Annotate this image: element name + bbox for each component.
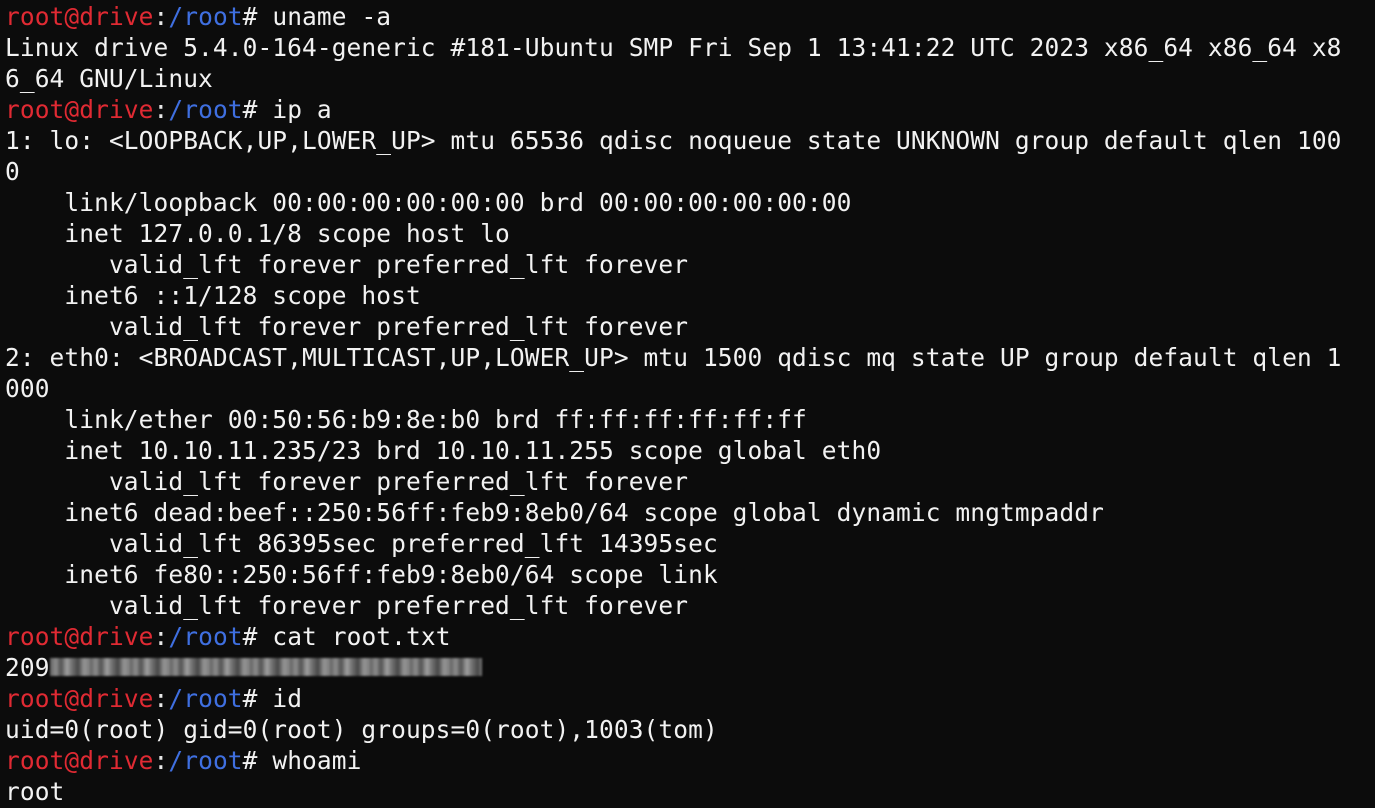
output-line: root xyxy=(5,777,65,806)
prompt-host: drive xyxy=(79,622,154,651)
output-line: 000 xyxy=(5,374,50,403)
prompt-symbol: # xyxy=(242,684,273,713)
output-line: link/loopback 00:00:00:00:00:00 brd 00:0… xyxy=(5,188,852,217)
prompt-symbol: # xyxy=(242,746,273,775)
command-text: ip a xyxy=(272,95,332,124)
output-line: Linux drive 5.4.0-164-generic #181-Ubunt… xyxy=(5,33,1342,62)
prompt-symbol: # xyxy=(242,622,273,651)
flag-prefix: 209 xyxy=(5,653,50,682)
prompt-colon: : xyxy=(153,2,169,31)
prompt-colon: : xyxy=(153,622,169,651)
prompt-at: @ xyxy=(64,2,80,31)
prompt-user: root xyxy=(5,746,65,775)
redacted-flag-blur xyxy=(49,658,482,676)
prompt-path: /root xyxy=(168,2,243,31)
output-line: valid_lft forever preferred_lft forever xyxy=(5,312,689,341)
output-line: inet6 dead:beef::250:56ff:feb9:8eb0/64 s… xyxy=(5,498,1104,527)
command-text: cat root.txt xyxy=(272,622,451,651)
prompt-user: root xyxy=(5,622,65,651)
prompt-path: /root xyxy=(168,622,243,651)
prompt-line: root@drive:/root# id xyxy=(5,683,1375,714)
prompt-symbol: # xyxy=(242,95,273,124)
output-line: inet 10.10.11.235/23 brd 10.10.11.255 sc… xyxy=(5,436,882,465)
prompt-path: /root xyxy=(168,746,243,775)
output-line: 0 xyxy=(5,157,20,186)
output-line: valid_lft forever preferred_lft forever xyxy=(5,250,689,279)
prompt-path: /root xyxy=(168,95,243,124)
prompt-at: @ xyxy=(64,684,80,713)
prompt-colon: : xyxy=(153,684,169,713)
terminal-window[interactable]: root@drive:/root# uname -a Linux drive 5… xyxy=(0,0,1375,808)
prompt-host: drive xyxy=(79,2,154,31)
prompt-line: root@drive:/root# cat root.txt xyxy=(5,621,1375,652)
output-line: inet 127.0.0.1/8 scope host lo xyxy=(5,219,510,248)
output-line: 209 xyxy=(5,652,1375,683)
output-line: valid_lft forever preferred_lft forever xyxy=(5,591,689,620)
prompt-line: root@drive:/root# whoami xyxy=(5,745,1375,776)
prompt-user: root xyxy=(5,95,65,124)
output-line: link/ether 00:50:56:b9:8e:b0 brd ff:ff:f… xyxy=(5,405,807,434)
prompt-at: @ xyxy=(64,746,80,775)
prompt-symbol: # xyxy=(242,2,273,31)
output-line: inet6 ::1/128 scope host xyxy=(5,281,421,310)
prompt-user: root xyxy=(5,684,65,713)
prompt-host: drive xyxy=(79,95,154,124)
output-line: 1: lo: <LOOPBACK,UP,LOWER_UP> mtu 65536 … xyxy=(5,126,1342,155)
prompt-user: root xyxy=(5,2,65,31)
prompt-colon: : xyxy=(153,95,169,124)
output-line: valid_lft 86395sec preferred_lft 14395se… xyxy=(5,529,718,558)
command-text: whoami xyxy=(272,746,362,775)
prompt-at: @ xyxy=(64,95,80,124)
command-text: uname -a xyxy=(272,2,392,31)
prompt-line: root@drive:/root# ip a xyxy=(5,94,1375,125)
output-line: uid=0(root) gid=0(root) groups=0(root),1… xyxy=(5,715,718,744)
prompt-host: drive xyxy=(79,746,154,775)
output-line: valid_lft forever preferred_lft forever xyxy=(5,467,689,496)
prompt-colon: : xyxy=(153,746,169,775)
output-line: 2: eth0: <BROADCAST,MULTICAST,UP,LOWER_U… xyxy=(5,343,1342,372)
prompt-host: drive xyxy=(79,684,154,713)
prompt-at: @ xyxy=(64,622,80,651)
prompt-line: root@drive:/root# uname -a xyxy=(5,1,1375,32)
prompt-path: /root xyxy=(168,684,243,713)
output-line: inet6 fe80::250:56ff:feb9:8eb0/64 scope … xyxy=(5,560,718,589)
command-text: id xyxy=(272,684,303,713)
output-line: 6_64 GNU/Linux xyxy=(5,64,213,93)
